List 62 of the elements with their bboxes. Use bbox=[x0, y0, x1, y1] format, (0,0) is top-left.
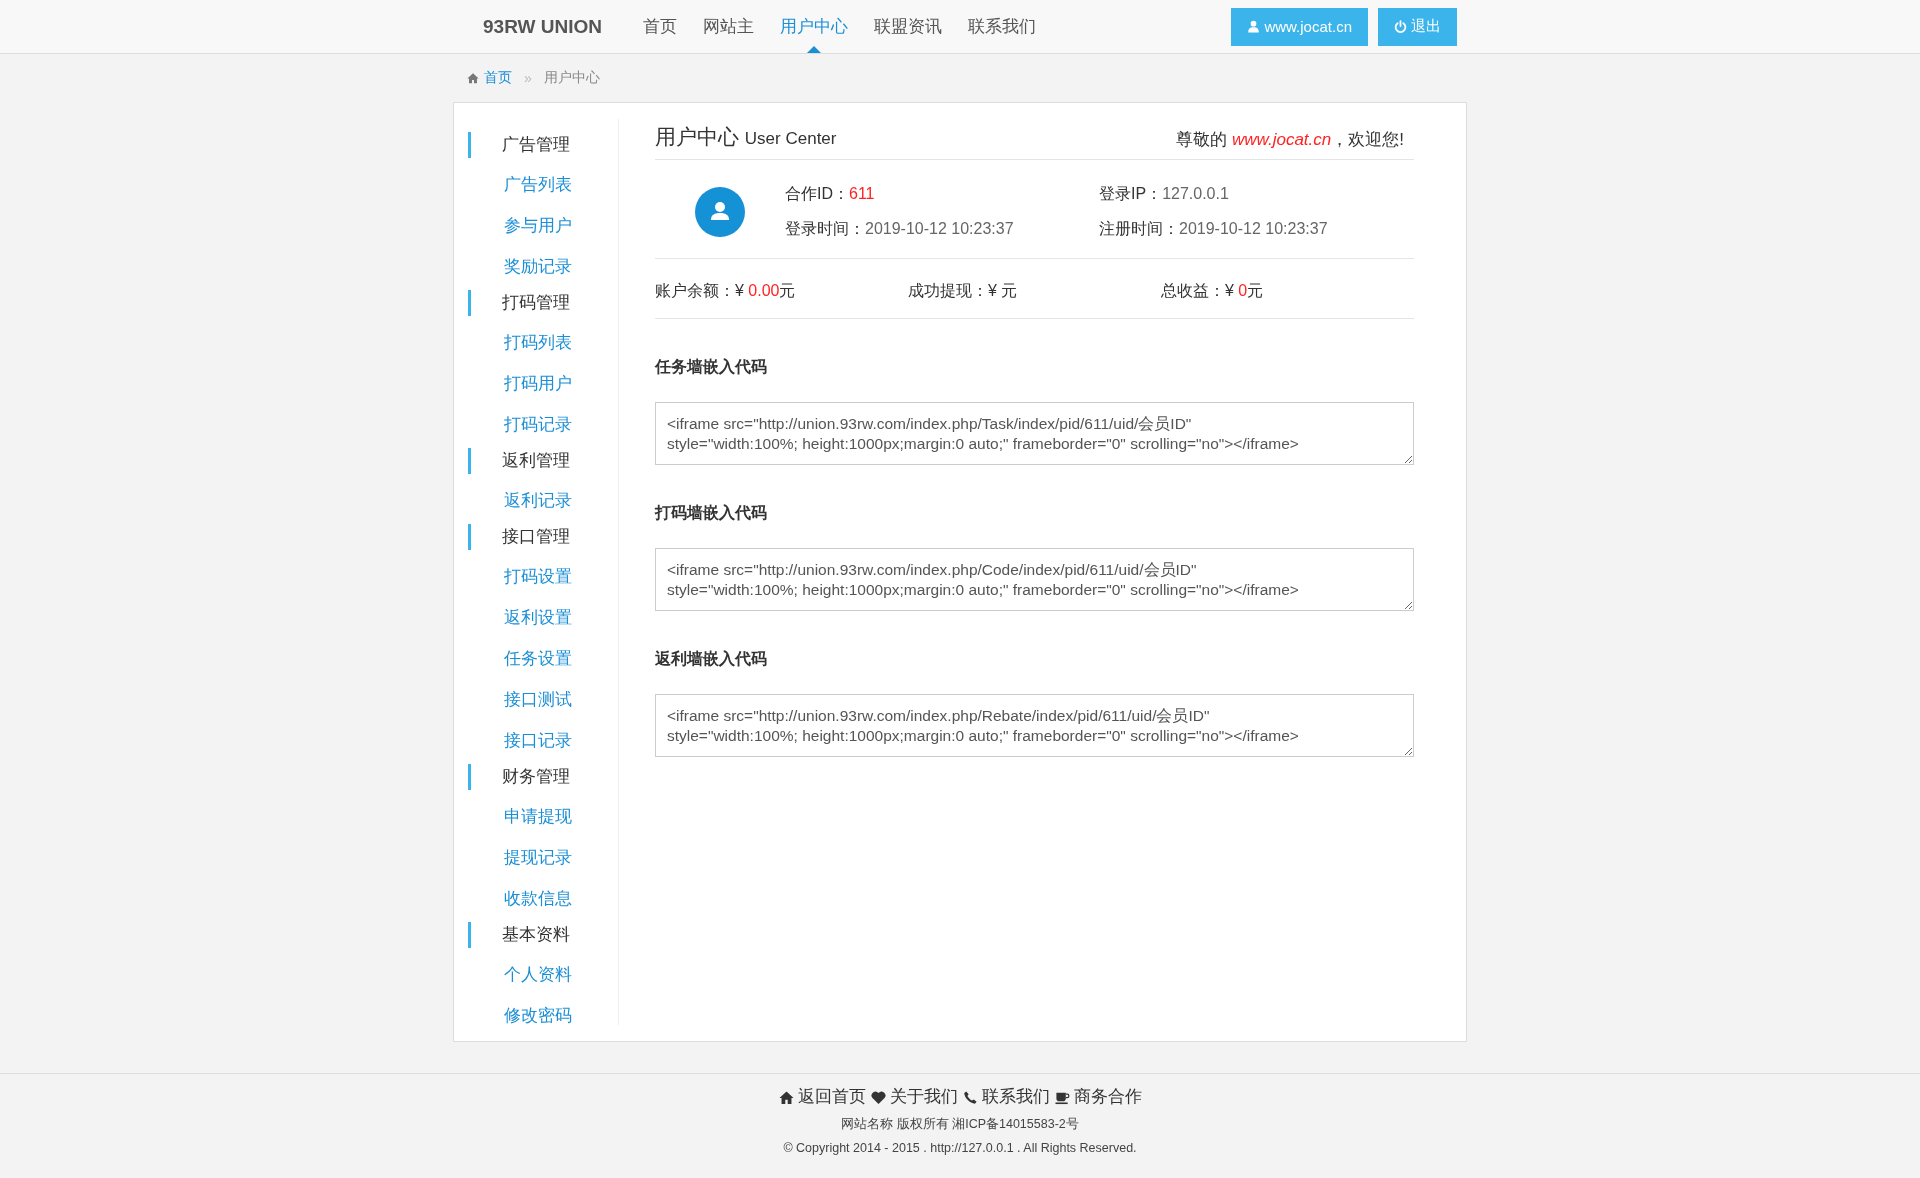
sidebar-link[interactable]: 修改密码 bbox=[504, 1003, 572, 1029]
heart-icon bbox=[870, 1089, 886, 1105]
home-icon bbox=[467, 72, 479, 84]
footer-text: © Copyright 2014 - 2015 . http://127.0.0.1 . All Rights Reserved. bbox=[783, 1141, 1137, 1155]
user-icon bbox=[1247, 20, 1261, 33]
nav-link[interactable]: 首页 bbox=[629, 0, 690, 53]
balance-field: 成功提现：¥ 元 bbox=[908, 281, 1161, 302]
breadcrumb-link[interactable]: 首页 bbox=[467, 69, 512, 87]
sidebar-heading: 广告管理 bbox=[468, 132, 570, 158]
logout-button[interactable]: 退出 bbox=[1378, 7, 1457, 46]
sidebar-link[interactable]: 个人资料 bbox=[504, 962, 572, 988]
sidebar-link[interactable]: 接口测试 bbox=[504, 687, 572, 713]
power-icon bbox=[1394, 20, 1407, 33]
site-logo[interactable]: 93RW UNION bbox=[483, 15, 602, 38]
info-field: 注册时间：2019-10-12 10:23:37 bbox=[1099, 219, 1328, 240]
sidebar-link[interactable]: 打码列表 bbox=[504, 330, 572, 356]
sidebar-link[interactable]: 参与用户 bbox=[504, 213, 572, 239]
balance-field: 账户余额：¥ 0.00元 bbox=[655, 281, 908, 302]
code-field[interactable]: <iframe src="http://union.93rw.com/index.php/Rebate/index/pid/611/uid/会员ID" style="width:100%; height:1000px;margin:0 auto;" frameborder="0" scrolling="no"></iframe> bbox=[655, 694, 1414, 757]
footer-link[interactable]: 商务合作 bbox=[1054, 1086, 1142, 1108]
sidebar-link[interactable]: 奖励记录 bbox=[504, 254, 572, 280]
sidebar-link[interactable]: 接口记录 bbox=[504, 728, 572, 754]
sidebar-link[interactable]: 打码用户 bbox=[504, 371, 572, 397]
info-field: 登录时间：2019-10-12 10:23:37 bbox=[785, 219, 1099, 240]
nav-link[interactable]: 用户中心 bbox=[766, 0, 861, 53]
section-title: 返利墙嵌入代码 bbox=[655, 649, 768, 669]
breadcrumb-separator: » bbox=[524, 70, 532, 86]
sidebar-link[interactable]: 任务设置 bbox=[504, 646, 572, 672]
nav-link[interactable]: 网站主 bbox=[689, 0, 767, 53]
sidebar-link[interactable]: 返利记录 bbox=[504, 488, 572, 514]
sidebar-heading: 返利管理 bbox=[468, 448, 570, 474]
section-title: 任务墙嵌入代码 bbox=[655, 357, 768, 377]
phone-icon bbox=[962, 1089, 978, 1105]
footer-link[interactable]: 关于我们 bbox=[870, 1086, 958, 1108]
page-title: 用户中心 User Center bbox=[655, 124, 837, 150]
account-button[interactable]: www.jocat.cn bbox=[1231, 7, 1368, 46]
info-field: 合作ID：611 bbox=[785, 184, 1099, 205]
nav-link[interactable]: 联系我们 bbox=[954, 0, 1049, 53]
breadcrumb-current: 用户中心 bbox=[543, 69, 600, 87]
sidebar-heading: 财务管理 bbox=[468, 764, 570, 790]
sidebar-heading: 接口管理 bbox=[468, 524, 570, 550]
code-field[interactable]: <iframe src="http://union.93rw.com/index.php/Task/index/pid/611/uid/会员ID" style="width:100%; height:1000px;margin:0 auto;" frameborder="0" scrolling="no"></iframe> bbox=[655, 402, 1414, 465]
sidebar-link[interactable]: 打码设置 bbox=[504, 564, 572, 590]
balance-field: 总收益：¥ 0元 bbox=[1161, 281, 1414, 302]
footer-text: 网站名称 版权所有 湘ICP备14015583-2号 bbox=[841, 1116, 1079, 1133]
footer-link[interactable]: 返回首页 bbox=[778, 1086, 866, 1108]
sidebar-heading: 打码管理 bbox=[468, 290, 570, 316]
avatar-icon bbox=[695, 187, 745, 237]
home-icon bbox=[778, 1089, 794, 1105]
welcome-message: 尊敬的 www.jocat.cn，欢迎您! bbox=[1176, 129, 1404, 151]
footer-link[interactable]: 联系我们 bbox=[962, 1086, 1050, 1108]
section-title: 打码墙嵌入代码 bbox=[655, 503, 768, 523]
sidebar-link[interactable]: 提现记录 bbox=[504, 845, 572, 871]
info-field: 登录IP：127.0.0.1 bbox=[1099, 184, 1328, 205]
nav-link[interactable]: 联盟资讯 bbox=[860, 0, 955, 53]
sidebar-link[interactable]: 返利设置 bbox=[504, 605, 572, 631]
sidebar-link[interactable]: 广告列表 bbox=[504, 172, 572, 198]
sidebar-link[interactable]: 收款信息 bbox=[504, 886, 572, 912]
sidebar-link[interactable]: 打码记录 bbox=[504, 412, 572, 438]
sidebar-link[interactable]: 申请提现 bbox=[504, 804, 572, 830]
code-field[interactable]: <iframe src="http://union.93rw.com/index.php/Code/index/pid/611/uid/会员ID" style="width:100%; height:1000px;margin:0 auto;" frameborder="0" scrolling="no"></iframe> bbox=[655, 548, 1414, 611]
sidebar-heading: 基本资料 bbox=[468, 922, 570, 948]
